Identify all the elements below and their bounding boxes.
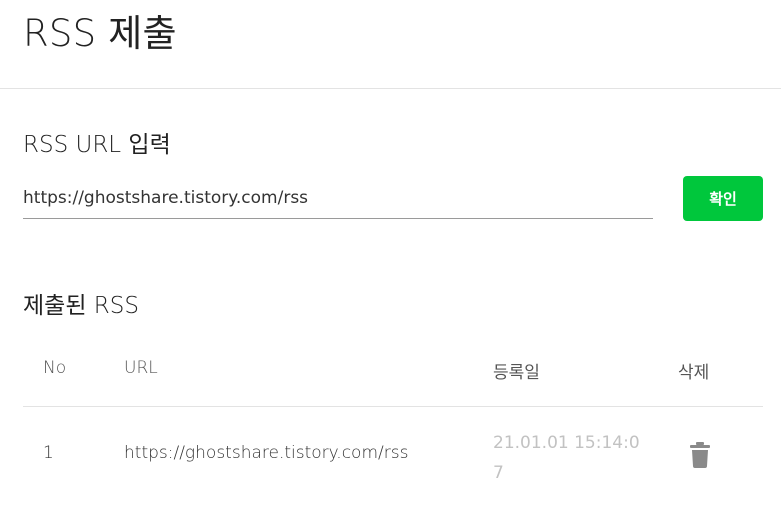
column-header-date: 등록일 <box>493 363 540 383</box>
header-divider <box>0 88 781 89</box>
row-url: https://ghostshare.tistory.com/rss <box>124 443 409 463</box>
table-header: No URL 등록일 삭제 <box>23 358 763 386</box>
rss-submit-page: RSS 제출 RSS URL 입력 확인 제출된 RSS No URL 등록일 … <box>0 0 781 505</box>
confirm-button[interactable]: 확인 <box>683 176 763 221</box>
trash-icon[interactable] <box>690 442 710 468</box>
table-row: 1 https://ghostshare.tistory.com/rss 21.… <box>23 428 763 488</box>
submitted-rss-title: 제출된 RSS <box>23 293 139 319</box>
column-header-url: URL <box>124 358 158 378</box>
column-header-no: No <box>43 358 67 378</box>
row-date: 21.01.01 15:14:07 <box>493 433 640 483</box>
rss-url-input[interactable] <box>23 178 653 219</box>
table-divider <box>23 406 763 407</box>
page-title: RSS 제출 <box>23 12 177 55</box>
column-header-delete: 삭제 <box>678 363 710 383</box>
rss-url-input-title: RSS URL 입력 <box>23 132 171 158</box>
row-no: 1 <box>43 443 54 463</box>
